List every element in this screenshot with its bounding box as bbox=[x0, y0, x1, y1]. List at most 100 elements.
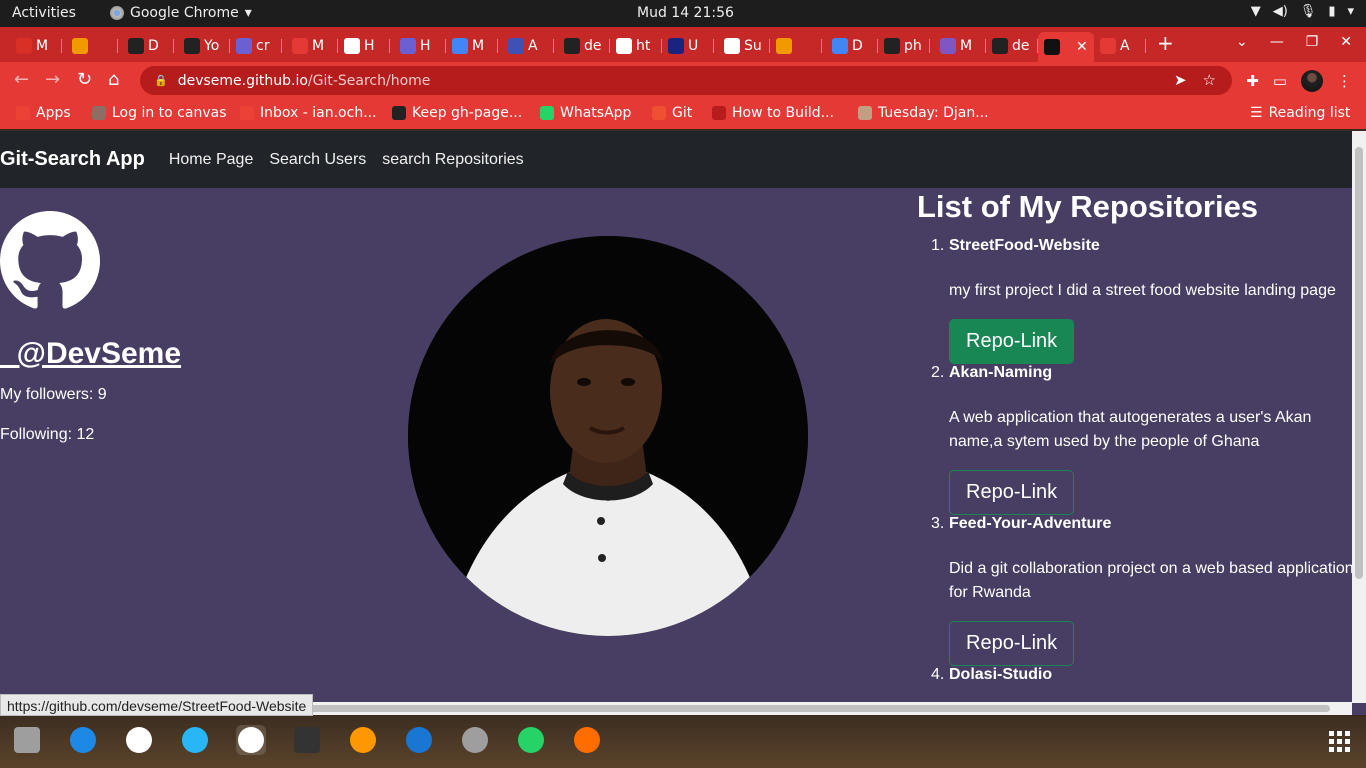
browser-tab[interactable]: ✕ bbox=[1038, 32, 1094, 62]
tab-title: ph bbox=[904, 38, 922, 54]
bookmark-item[interactable]: Tuesday: Djan... bbox=[858, 105, 989, 121]
reading-list-button[interactable]: ☰ Reading list bbox=[1250, 105, 1350, 121]
tab-title: D bbox=[852, 38, 863, 54]
extensions-icon[interactable]: ✚ bbox=[1246, 72, 1259, 90]
bookmark-favicon-icon bbox=[858, 106, 872, 120]
bookmark-item[interactable]: How to Build... bbox=[712, 105, 834, 121]
bookmark-item[interactable]: Apps bbox=[16, 105, 71, 121]
browser-tab[interactable]: M bbox=[446, 32, 498, 60]
bookmark-item[interactable]: Keep gh-page... bbox=[392, 105, 522, 121]
repository-item: 2. Akan-Naming A web application that auto… bbox=[917, 364, 1357, 515]
close-icon[interactable]: ✕ bbox=[1340, 34, 1352, 50]
postman-icon[interactable] bbox=[572, 725, 602, 755]
browser-tab[interactable]: M bbox=[934, 32, 986, 60]
browser-tab[interactable]: cr bbox=[230, 32, 282, 60]
settings-icon[interactable] bbox=[460, 725, 490, 755]
send-to-device-icon[interactable]: ➤ bbox=[1174, 71, 1187, 89]
forward-icon[interactable]: → bbox=[45, 69, 60, 90]
app-menu[interactable]: Google Chrome ▾ bbox=[110, 5, 252, 21]
site-brand[interactable]: Git-Search App bbox=[0, 148, 145, 171]
bookmark-label: Log in to canvas bbox=[112, 105, 227, 121]
browser-tab[interactable]: A bbox=[502, 32, 554, 60]
whatsapp-icon[interactable] bbox=[516, 725, 546, 755]
maximize-icon[interactable]: ❐ bbox=[1306, 34, 1319, 50]
text-editor-icon[interactable] bbox=[68, 725, 98, 755]
profile-avatar[interactable] bbox=[1301, 70, 1323, 92]
bookmark-favicon-icon bbox=[240, 106, 254, 120]
chrome-icon[interactable] bbox=[236, 725, 266, 755]
bookmark-item[interactable]: Git bbox=[652, 105, 692, 121]
browser-tab[interactable] bbox=[770, 32, 822, 60]
browser-tab[interactable]: A bbox=[1094, 32, 1146, 60]
browser-tab[interactable]: H bbox=[394, 32, 446, 60]
bookmark-favicon-icon bbox=[712, 106, 726, 120]
bookmark-favicon-icon bbox=[392, 106, 406, 120]
site-navbar: Git-Search App Home Page Search Users sear… bbox=[0, 131, 1352, 188]
nav-link[interactable]: search Repositories bbox=[382, 151, 523, 169]
browser-tab[interactable]: de bbox=[986, 32, 1038, 60]
back-icon[interactable]: ← bbox=[14, 69, 29, 90]
tab-search-icon[interactable]: ⌄ bbox=[1236, 34, 1248, 50]
bookmark-item[interactable]: Inbox - ian.och... bbox=[240, 105, 377, 121]
bookmark-item[interactable]: Log in to canvas bbox=[92, 105, 226, 121]
clock[interactable]: Mud 14 21:56 bbox=[637, 5, 734, 21]
repo-link-button[interactable]: Repo-Link bbox=[949, 621, 1075, 666]
browser-tab[interactable]: Su bbox=[718, 32, 770, 60]
bookmark-favicon-icon bbox=[92, 106, 106, 120]
repo-link-button[interactable]: Repo-Link bbox=[949, 470, 1075, 515]
browser-tab[interactable]: de bbox=[558, 32, 610, 60]
bookmark-item[interactable]: WhatsApp bbox=[540, 105, 631, 121]
profile-username-link[interactable]: _@DevSeme bbox=[0, 337, 181, 371]
menu-kebab-icon[interactable]: ⋮ bbox=[1337, 72, 1352, 90]
chevron-down-icon: ▾ bbox=[1347, 4, 1354, 19]
repository-name: Feed-Your-Adventure bbox=[949, 515, 1112, 532]
browser-tab[interactable]: M bbox=[10, 32, 62, 60]
browser-tab[interactable]: D bbox=[122, 32, 174, 60]
bookmark-label: Inbox - ian.och... bbox=[260, 105, 377, 121]
tab-favicon-icon bbox=[344, 38, 360, 54]
vertical-scrollbar[interactable] bbox=[1352, 131, 1366, 703]
browser-tab[interactable]: ht bbox=[610, 32, 662, 60]
repository-list: 1. StreetFood-Website my first project I d… bbox=[917, 237, 1357, 684]
activities-button[interactable]: Activities bbox=[12, 5, 76, 21]
bookmark-label: Git bbox=[672, 105, 693, 121]
bookmark-star-icon[interactable]: ☆ bbox=[1203, 71, 1216, 89]
slack-icon[interactable] bbox=[124, 725, 154, 755]
nav-link[interactable]: Search Users bbox=[269, 151, 366, 169]
vscode-icon[interactable] bbox=[404, 725, 434, 755]
tab-title: cr bbox=[256, 38, 270, 54]
new-tab-button[interactable]: + bbox=[1157, 31, 1174, 55]
volume-icon: ◀) bbox=[1272, 4, 1288, 19]
tab-close-icon[interactable]: ✕ bbox=[1076, 39, 1088, 55]
tab-title: de bbox=[1012, 38, 1030, 54]
tab-title: D bbox=[148, 38, 159, 54]
show-applications-icon[interactable] bbox=[1329, 731, 1350, 752]
tab-title: M bbox=[960, 38, 973, 54]
address-bar[interactable]: 🔒 devseme.github.io/Git-Search/home ➤ ☆ bbox=[140, 66, 1232, 95]
following-count: Following: 12 bbox=[0, 426, 95, 443]
files-icon[interactable] bbox=[12, 725, 42, 755]
browser-tab[interactable]: Yo bbox=[178, 32, 230, 60]
tab-title: ht bbox=[636, 38, 651, 54]
minimize-icon[interactable]: — bbox=[1270, 34, 1284, 50]
cast-icon[interactable]: ▭ bbox=[1273, 72, 1287, 90]
telegram-icon[interactable] bbox=[180, 725, 210, 755]
lock-icon[interactable]: 🔒 bbox=[154, 74, 168, 87]
browser-tab[interactable]: ph bbox=[878, 32, 930, 60]
chevron-down-icon: ▾ bbox=[244, 5, 252, 21]
system-tray[interactable]: ▼ ◀) 🎙 ▮ ▾ bbox=[1251, 4, 1354, 19]
repository-description: Did a git collaboration project on a web… bbox=[949, 560, 1354, 601]
browser-tab[interactable]: M bbox=[286, 32, 338, 60]
browser-tab[interactable] bbox=[66, 32, 118, 60]
url-path: /Git-Search/home bbox=[307, 72, 431, 89]
home-icon[interactable]: ⌂ bbox=[108, 69, 119, 90]
browser-tab[interactable]: U bbox=[662, 32, 714, 60]
nav-link[interactable]: Home Page bbox=[169, 151, 254, 169]
browser-tab[interactable]: H bbox=[338, 32, 390, 60]
repo-link-button[interactable]: Repo-Link bbox=[949, 319, 1075, 364]
reload-icon[interactable]: ↻ bbox=[77, 69, 92, 90]
terminal-icon[interactable] bbox=[292, 725, 322, 755]
bookmark-label: WhatsApp bbox=[560, 105, 632, 121]
browser-tab[interactable]: D bbox=[826, 32, 878, 60]
vlc-icon[interactable] bbox=[348, 725, 378, 755]
